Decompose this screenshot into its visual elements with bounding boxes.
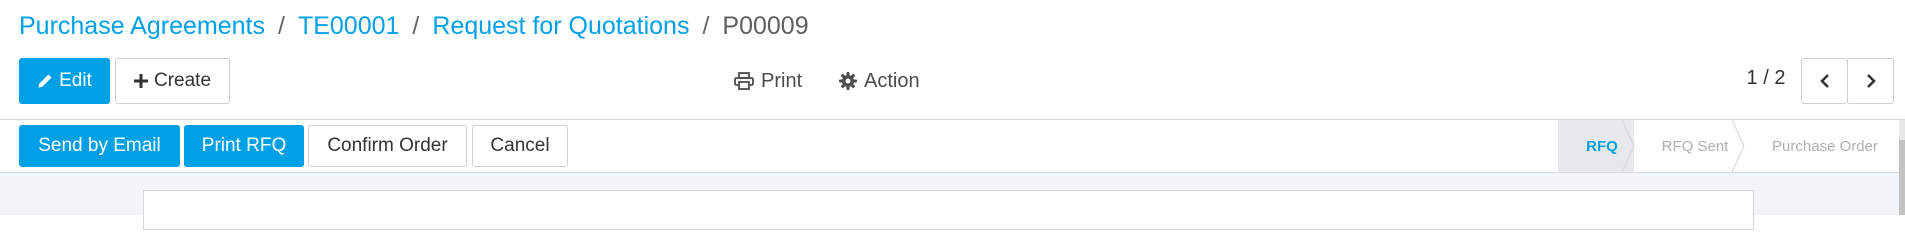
pager-next-button[interactable]: [1847, 58, 1894, 104]
pager-value[interactable]: 1 / 2: [1744, 67, 1788, 90]
print-rfq-button[interactable]: Print RFQ: [184, 125, 304, 167]
print-dropdown[interactable]: Print: [734, 66, 802, 96]
printer-icon: [734, 72, 754, 90]
stage-rfq: RFQ: [1558, 120, 1635, 172]
scrollbar-thumb[interactable]: [1899, 140, 1905, 215]
stage-rfq-sent-label: RFQ Sent: [1661, 137, 1729, 155]
chevron-left-icon: [1819, 74, 1829, 88]
gear-icon: [839, 72, 857, 90]
print-dropdown-label: Print: [761, 69, 803, 92]
breadcrumb: Purchase Agreements / TE00001 / Request …: [19, 11, 809, 41]
breadcrumb-separator: /: [702, 12, 710, 40]
breadcrumb-request-for-quotations[interactable]: Request for Quotations: [432, 11, 689, 41]
cancel-button[interactable]: Cancel: [472, 125, 568, 167]
plus-icon: [133, 74, 148, 88]
stage-rfq-sent: RFQ Sent: [1634, 120, 1745, 172]
breadcrumb-purchase-agreements[interactable]: Purchase Agreements: [19, 11, 265, 41]
create-button-label: Create: [153, 70, 212, 91]
stage-arrow-icon: [1622, 120, 1635, 172]
confirm-order-button[interactable]: Confirm Order: [308, 125, 467, 167]
breadcrumb-current-record: P00009: [722, 12, 809, 40]
form-content-area: [0, 173, 1905, 230]
control-panel: Purchase Agreements / TE00001 / Request …: [0, 0, 1905, 120]
stage-purchase-order: Purchase Order: [1744, 120, 1894, 172]
create-button[interactable]: Create: [115, 58, 230, 104]
pencil-icon: [38, 74, 52, 88]
form-statusbar: Send by Email Print RFQ Confirm Order Ca…: [0, 120, 1905, 173]
edit-button-label: Edit: [59, 70, 92, 91]
edit-button[interactable]: Edit: [19, 58, 110, 104]
action-dropdown-label: Action: [864, 69, 920, 92]
form-sheet: [143, 190, 1754, 230]
status-stages: RFQ RFQ Sent Purchase Order: [1558, 120, 1894, 172]
breadcrumb-te00001[interactable]: TE00001: [298, 11, 399, 41]
stage-arrow-icon: [1732, 120, 1745, 172]
stage-rfq-label: RFQ: [1586, 137, 1618, 155]
breadcrumb-separator: /: [277, 12, 285, 40]
chevron-right-icon: [1866, 74, 1876, 88]
action-dropdown[interactable]: Action: [839, 66, 920, 96]
send-by-email-button[interactable]: Send by Email: [19, 125, 180, 167]
pager-previous-button[interactable]: [1801, 58, 1848, 104]
breadcrumb-separator: /: [412, 12, 420, 40]
stage-purchase-order-label: Purchase Order: [1772, 137, 1878, 155]
